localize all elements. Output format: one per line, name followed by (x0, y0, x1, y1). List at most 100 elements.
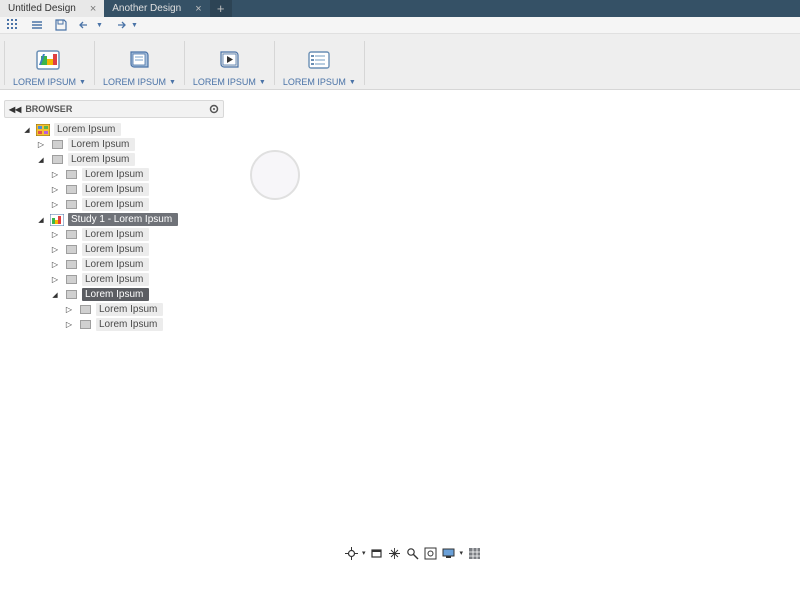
chevron-down-icon: ▼ (349, 79, 356, 86)
tree-item-label: Lorem Ipsum (82, 258, 149, 271)
undo-dropdown-icon[interactable]: ▼ (96, 22, 103, 29)
tree-row-study[interactable]: ◢ Study 1 - Lorem Ipsum (4, 212, 224, 227)
tree-row-s5b[interactable]: ▷ Lorem Ipsum (4, 317, 224, 332)
expand-icon[interactable]: ▷ (50, 275, 60, 284)
tree-item-label: Lorem Ipsum (68, 153, 135, 166)
folder-icon (63, 229, 79, 241)
chevron-down-icon: ▼ (259, 79, 266, 86)
study-materials-icon (30, 45, 68, 75)
orbit-dropdown-icon[interactable]: ▾ (362, 549, 366, 557)
redo-icon[interactable] (113, 18, 127, 32)
play-box-icon (210, 45, 248, 75)
tab-label: Untitled Design (8, 3, 76, 14)
menu-icon[interactable] (30, 18, 44, 32)
pan-icon[interactable] (388, 546, 402, 560)
component-root-icon (35, 124, 51, 136)
tree-row-s1[interactable]: ▷Lorem Ipsum (4, 227, 224, 242)
zoom-icon[interactable] (406, 546, 420, 560)
expand-icon[interactable]: ▷ (50, 245, 60, 254)
tree-row-n2a[interactable]: ▷ Lorem Ipsum (4, 167, 224, 182)
tree-row-s2[interactable]: ▷Lorem Ipsum (4, 242, 224, 257)
ribbon-results-button[interactable]: LOREM IPSUM▼ (277, 45, 362, 87)
ribbon-library-button[interactable]: LOREM IPSUM▼ (97, 45, 182, 87)
tree-row-n2[interactable]: ◢ Lorem Ipsum (4, 152, 224, 167)
expand-icon[interactable]: ▷ (50, 185, 60, 194)
browser-header[interactable]: ◀◀ BROWSER (4, 100, 224, 118)
tree-item-label: Lorem Ipsum (96, 318, 163, 331)
tree-row-n2c[interactable]: ▷Lorem Ipsum (4, 197, 224, 212)
folder-icon (63, 259, 79, 271)
save-icon[interactable] (54, 18, 68, 32)
collapse-icon[interactable]: ◢ (50, 291, 60, 299)
tree-item-label: Lorem Ipsum (82, 273, 149, 286)
folder-icon (63, 289, 79, 301)
tree-row-n1[interactable]: ▷ Lorem Ipsum (4, 137, 224, 152)
study-icon (49, 214, 65, 226)
folder-icon (63, 184, 79, 196)
folder-icon (49, 139, 65, 151)
workspace: ◀◀ BROWSER ◢Lorem Ipsum▷Lorem Ipsum◢Lore… (0, 90, 800, 576)
grid-icon[interactable] (6, 18, 20, 32)
view-orientation-orb[interactable] (250, 150, 300, 200)
ribbon-label: LOREM IPSUM (13, 77, 76, 87)
folder-icon (63, 274, 79, 286)
expand-icon[interactable]: ▷ (50, 170, 60, 179)
folder-icon (63, 199, 79, 211)
tree-item-label: Lorem Ipsum (82, 183, 149, 196)
expand-icon[interactable]: ▷ (36, 140, 46, 149)
fit-icon[interactable] (424, 546, 438, 560)
display-icon[interactable] (442, 546, 456, 560)
ribbon-simulate-button[interactable]: LOREM IPSUM▼ (187, 45, 272, 87)
tree-item-label: Lorem Ipsum (82, 288, 149, 301)
redo-dropdown-icon[interactable]: ▼ (131, 22, 138, 29)
undo-icon[interactable] (78, 18, 92, 32)
collapse-icon[interactable]: ◢ (36, 216, 46, 224)
folder-icon (77, 304, 93, 316)
expand-icon[interactable]: ▷ (50, 230, 60, 239)
tree-item-label: Study 1 - Lorem Ipsum (68, 213, 178, 226)
tree-row-s5[interactable]: ◢ Lorem Ipsum (4, 287, 224, 302)
tab-bar: Untitled Design × Another Design × + (0, 0, 800, 17)
collapse-icon[interactable]: ◢ (22, 126, 32, 134)
collapse-icon[interactable]: ◢ (36, 156, 46, 164)
tree-row-s4[interactable]: ▷ Lorem Ipsum (4, 272, 224, 287)
new-tab-button[interactable]: + (210, 0, 232, 17)
chevron-down-icon: ▼ (169, 79, 176, 86)
tab-another-design[interactable]: Another Design × (104, 0, 209, 17)
collapse-icon[interactable]: ◀◀ (9, 105, 21, 114)
expand-icon[interactable]: ▷ (64, 305, 74, 314)
view-navigation-toolbar: ▾ ▾ (344, 546, 481, 560)
tree-row-n2b[interactable]: ▷ Lorem Ipsum (4, 182, 224, 197)
tree-item-label: Lorem Ipsum (82, 168, 149, 181)
browser-panel: ◀◀ BROWSER ◢Lorem Ipsum▷Lorem Ipsum◢Lore… (4, 100, 224, 332)
tree-row-s3[interactable]: ▷ Lorem Ipsum (4, 257, 224, 272)
orbit-icon[interactable] (344, 546, 358, 560)
browser-tree: ◢Lorem Ipsum▷Lorem Ipsum◢Lorem Ipsum▷Lor… (4, 122, 224, 332)
list-box-icon (300, 45, 338, 75)
gear-icon[interactable] (209, 104, 219, 114)
tab-label: Another Design (112, 3, 181, 14)
tree-item-label: Lorem Ipsum (68, 138, 135, 151)
look-at-icon[interactable] (370, 546, 384, 560)
book-icon (120, 45, 158, 75)
expand-icon[interactable]: ▷ (64, 320, 74, 329)
expand-icon[interactable]: ▷ (50, 200, 60, 209)
folder-icon (77, 319, 93, 331)
close-icon[interactable]: × (195, 3, 201, 15)
display-dropdown-icon[interactable]: ▾ (460, 549, 464, 557)
tree-item-label: Lorem Ipsum (54, 123, 121, 136)
ribbon-label: LOREM IPSUM (103, 77, 166, 87)
expand-icon[interactable]: ▷ (50, 260, 60, 269)
folder-icon (63, 244, 79, 256)
grid-display-icon[interactable] (467, 546, 481, 560)
ribbon-toolbar: LOREM IPSUM▼ LOREM IPSUM▼ LOREM IPSUM▼ L… (0, 34, 800, 90)
tree-row-root[interactable]: ◢ Lorem Ipsum (4, 122, 224, 137)
chevron-down-icon: ▼ (79, 79, 86, 86)
folder-icon (63, 169, 79, 181)
tree-row-s5a[interactable]: ▷ Lorem Ipsum (4, 302, 224, 317)
tab-untitled-design[interactable]: Untitled Design × (0, 0, 104, 17)
close-icon[interactable]: × (90, 3, 96, 15)
quick-access-toolbar: ▼ ▼ (0, 17, 800, 34)
tree-item-label: Lorem Ipsum (96, 303, 163, 316)
ribbon-study-button[interactable]: LOREM IPSUM▼ (7, 45, 92, 87)
